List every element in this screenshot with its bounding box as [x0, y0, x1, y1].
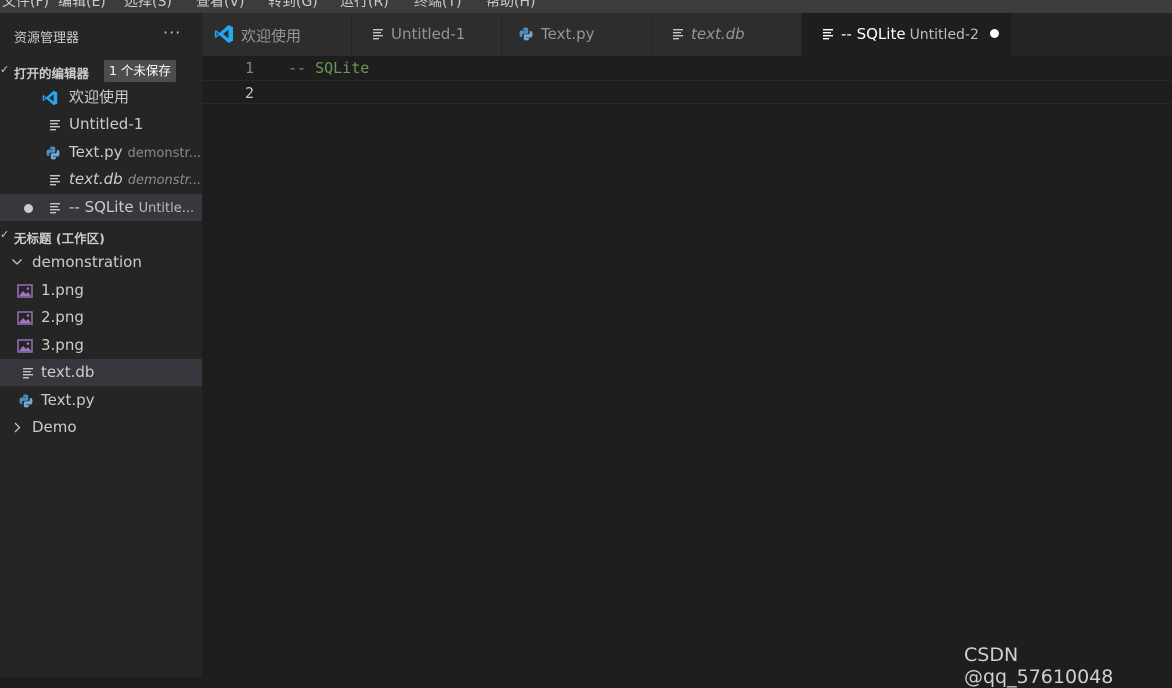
editor-line-current[interactable]: 2	[202, 80, 1172, 104]
file-label: 3.png	[41, 336, 84, 354]
file-2-png[interactable]: 2.png	[0, 304, 202, 331]
chevron-down-icon	[11, 249, 23, 276]
code-comment: -- SQLite	[288, 59, 370, 77]
line-number: 2	[244, 84, 254, 102]
open-editor-label: Untitled-1	[69, 115, 144, 133]
editor-tab-bar: 欢迎使用 Untitled-1 Text.py text.db -- SQLit…	[202, 13, 1172, 56]
workspace-label: 无标题 (工作区)	[14, 231, 105, 246]
line-number: 1	[244, 59, 254, 77]
open-editors-header[interactable]: ✓ 打开的编辑器 1 个未保存	[0, 59, 202, 83]
open-editor-label: -- SQLite Untitle...	[69, 194, 194, 221]
open-editor-name: text.db	[69, 170, 123, 188]
open-editors-label: 打开的编辑器	[14, 66, 90, 81]
menu-edit[interactable]: 编辑(E)	[58, 0, 106, 11]
open-editor-label: text.db demonstr...	[69, 166, 201, 193]
more-actions-icon[interactable]: ···	[163, 23, 181, 42]
open-editor-label: 欢迎使用	[69, 88, 130, 106]
open-editor-item-welcome[interactable]: 欢迎使用	[0, 84, 202, 111]
file-text-icon	[372, 25, 384, 43]
explorer-header: 资源管理器 ···	[0, 13, 202, 56]
open-editor-description: demonstr...	[127, 146, 202, 161]
open-editor-description: demonstr...	[127, 173, 202, 188]
file-text-icon	[47, 111, 63, 138]
menu-selection[interactable]: 选择(S)	[124, 0, 172, 11]
file-text-icon	[672, 25, 684, 43]
workspace-header[interactable]: ✓ 无标题 (工作区)	[0, 224, 202, 248]
tab-label: Untitled-1	[391, 25, 466, 43]
editor-line[interactable]: 1 -- SQLite	[202, 56, 1172, 80]
file-text-icon	[47, 166, 63, 193]
unsaved-dot-icon[interactable]	[990, 29, 999, 38]
image-icon	[17, 332, 33, 359]
tab-untitled-1[interactable]: Untitled-1	[352, 13, 502, 56]
chevron-down-icon: ✓	[0, 63, 10, 76]
file-label: text.db	[41, 363, 95, 381]
tab-description: Untitled-2	[909, 27, 979, 43]
image-icon	[17, 277, 33, 304]
tab-text-py[interactable]: Text.py	[502, 13, 652, 56]
file-label: Text.py	[41, 391, 95, 409]
vscode-icon	[214, 25, 234, 43]
folder-label: demonstration	[32, 253, 142, 271]
watermark: CSDN @qq_57610048	[964, 644, 1114, 688]
menu-file[interactable]: 文件(F)	[2, 0, 49, 11]
unsaved-badge: 1 个未保存	[104, 60, 176, 82]
folder-demo[interactable]: Demo	[0, 414, 202, 441]
vscode-icon	[42, 84, 58, 111]
tab-label: Text.py	[541, 25, 595, 43]
explorer-title: 资源管理器	[14, 31, 80, 46]
tab-label: text.db	[691, 25, 745, 43]
python-icon	[18, 387, 34, 414]
open-editor-item-untitled-1[interactable]: Untitled-1	[0, 111, 202, 138]
menu-help[interactable]: 帮助(H)	[486, 0, 535, 11]
tab-name: -- SQLite	[841, 25, 906, 43]
tab-sqlite-untitled-2[interactable]: -- SQLite Untitled-2	[802, 13, 1012, 56]
menu-terminal[interactable]: 终端(T)	[414, 0, 461, 11]
file-text-icon	[47, 194, 63, 221]
image-icon	[17, 304, 33, 331]
file-label: 2.png	[41, 308, 84, 326]
open-editor-name: Text.py	[69, 143, 123, 161]
file-text-icon	[822, 25, 834, 43]
code-editor[interactable]: 1 -- SQLite 2	[202, 56, 1172, 677]
tab-welcome[interactable]: 欢迎使用	[202, 13, 352, 56]
explorer-sidebar: 资源管理器 ··· ✓ 打开的编辑器 1 个未保存 欢迎使用 Untitled-…	[0, 13, 202, 677]
tab-label: 欢迎使用	[241, 27, 302, 45]
folder-label: Demo	[32, 418, 77, 436]
open-editor-item-text-py[interactable]: Text.py demonstr...	[0, 139, 202, 166]
file-text-icon	[20, 359, 36, 386]
open-editor-item-sqlite[interactable]: -- SQLite Untitle...	[0, 194, 202, 221]
folder-demonstration[interactable]: demonstration	[0, 249, 202, 276]
menu-bar: 文件(F) 编辑(E) 选择(S) 查看(V) 转到(G) 运行(R) 终端(T…	[0, 0, 1172, 13]
tab-text-db[interactable]: text.db	[652, 13, 802, 56]
file-1-png[interactable]: 1.png	[0, 277, 202, 304]
open-editor-description: Untitle...	[138, 201, 195, 216]
python-icon	[45, 139, 61, 166]
chevron-right-icon	[13, 414, 23, 441]
unsaved-dot-icon[interactable]	[24, 204, 33, 213]
file-3-png[interactable]: 3.png	[0, 332, 202, 359]
python-icon	[519, 25, 533, 43]
menu-run[interactable]: 运行(R)	[340, 0, 389, 11]
open-editor-item-text-db[interactable]: text.db demonstr...	[0, 166, 202, 193]
chevron-down-icon: ✓	[0, 228, 10, 241]
file-text-py[interactable]: Text.py	[0, 387, 202, 414]
open-editor-label: Text.py demonstr...	[69, 139, 201, 166]
file-text-db[interactable]: text.db	[0, 359, 202, 386]
tab-label: -- SQLite Untitled-2	[841, 25, 979, 43]
menu-view[interactable]: 查看(V)	[196, 0, 245, 11]
menu-goto[interactable]: 转到(G)	[268, 0, 318, 11]
file-label: 1.png	[41, 281, 84, 299]
open-editor-name: -- SQLite	[69, 198, 134, 216]
